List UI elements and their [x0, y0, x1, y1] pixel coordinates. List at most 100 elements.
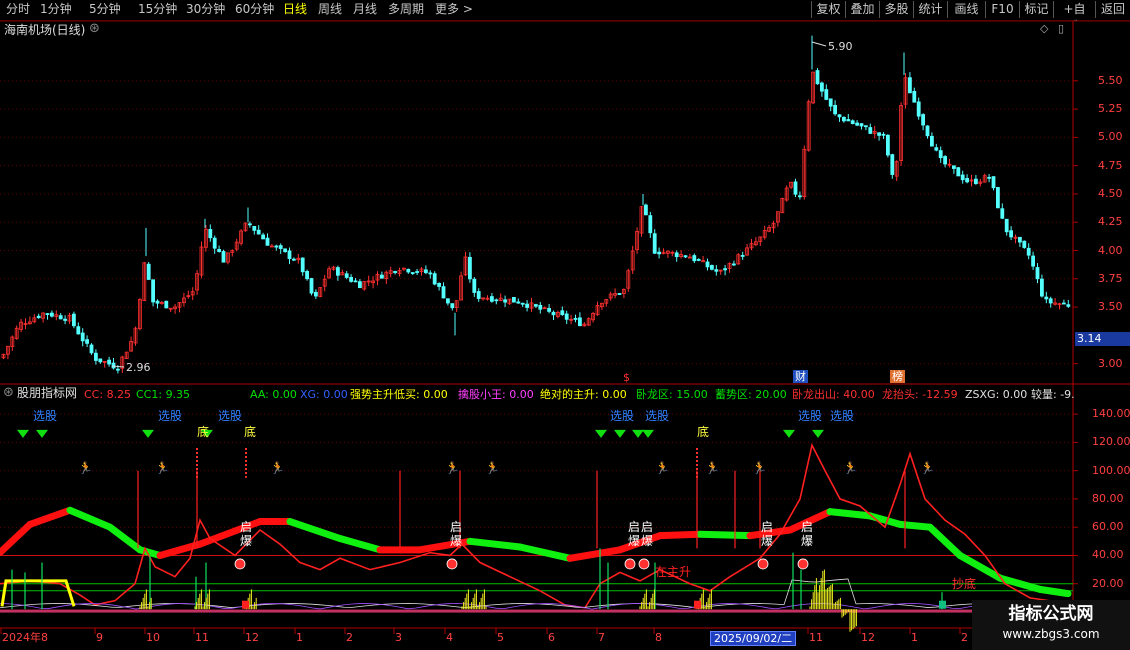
- time-label: 5: [497, 631, 504, 644]
- candle-body: [72, 313, 76, 327]
- start-ball: [757, 558, 769, 570]
- candle-body: [560, 310, 565, 316]
- candle-body: [934, 147, 939, 151]
- candle-body: [1022, 240, 1027, 248]
- candle-body: [450, 303, 455, 309]
- candle-body: [850, 120, 855, 124]
- candle-body: [305, 271, 310, 280]
- diamond-icon[interactable]: ◇: [1040, 22, 1048, 35]
- candle-body: [512, 297, 516, 303]
- candle-body: [846, 119, 851, 122]
- candle-body: [335, 267, 340, 276]
- candle-body: [116, 368, 120, 371]
- candle-body: [881, 133, 886, 136]
- marker-finance[interactable]: 财: [793, 370, 808, 383]
- indicator-value: 绝对的主升: 0.00: [540, 388, 627, 401]
- marker-rank[interactable]: 榜: [890, 370, 905, 383]
- candle-body: [573, 318, 578, 320]
- candle-body: [996, 187, 1000, 209]
- candle-body: [912, 90, 917, 103]
- candle-body: [617, 293, 622, 295]
- candle-body: [943, 156, 947, 165]
- select-signal: 选股: [33, 409, 58, 423]
- candle-body: [353, 280, 358, 283]
- candle-body: [1031, 255, 1035, 267]
- candle-body: [256, 229, 261, 235]
- start-signal: 启: [761, 520, 774, 534]
- main-y-tick: 3.75: [1098, 271, 1123, 285]
- start-ball: [234, 558, 246, 570]
- main-y-tick: 5.00: [1098, 130, 1123, 144]
- candle-body: [1066, 304, 1071, 307]
- indicator-value: 卧龙区: 15.00: [636, 388, 708, 401]
- main-y-tick: 4.50: [1098, 186, 1123, 200]
- candle-body: [1040, 278, 1044, 297]
- candle-body: [793, 181, 798, 195]
- candle-body: [63, 318, 67, 321]
- start-signal: 爆: [761, 534, 774, 548]
- window-toggle-icon[interactable]: ▯: [1058, 22, 1064, 35]
- main-y-tick: 3.00: [1098, 356, 1123, 370]
- candle-body: [965, 178, 969, 183]
- candle-body: [683, 255, 688, 258]
- candle-body: [494, 299, 499, 302]
- time-label: 7: [598, 631, 605, 644]
- runner-icon: 🏃: [843, 461, 858, 475]
- indicator-y-tick: 60.00: [1092, 520, 1124, 534]
- candle-body: [705, 261, 710, 268]
- signal-square: [694, 600, 701, 609]
- indicator-y-tick: 140.00: [1092, 407, 1130, 421]
- candle-body: [692, 255, 697, 262]
- time-label: 10: [146, 631, 160, 644]
- marker-dollar[interactable]: $: [623, 371, 630, 384]
- select-signal: 选股: [830, 409, 855, 423]
- candle-body: [921, 114, 925, 126]
- candle-body: [820, 82, 824, 92]
- candle-body: [212, 237, 217, 249]
- candle-body: [516, 301, 521, 304]
- runner-icon: 🏃: [752, 461, 767, 475]
- start-signal: 爆: [641, 534, 654, 548]
- candle-body: [815, 70, 820, 85]
- chevron-down-icon[interactable]: ⊛: [89, 22, 100, 35]
- watermark-title: 指标公式网: [1008, 604, 1094, 624]
- start-ball: [624, 558, 636, 570]
- strong-signal: 在主升: [655, 565, 692, 579]
- main-y-tick: 3.50: [1098, 300, 1123, 314]
- trend-ribbon: [656, 530, 704, 540]
- cursor-date: 2025/09/02/二: [710, 631, 797, 646]
- candle-body: [925, 125, 930, 137]
- candle-body: [1000, 208, 1005, 219]
- candle-body: [379, 274, 384, 279]
- signal-square: [939, 600, 946, 609]
- indicator-y-tick: 80.00: [1092, 491, 1124, 505]
- chart-canvas: [0, 20, 1130, 650]
- candle-body: [547, 308, 551, 312]
- indicator-name: 股朋指标网: [17, 386, 78, 400]
- candle-body: [648, 215, 653, 234]
- candle-body: [864, 125, 868, 128]
- select-signal: 选股: [218, 409, 243, 423]
- time-label: 2: [961, 631, 968, 644]
- indicator-value: 龙抬头: -12.59: [882, 388, 958, 401]
- candle-body: [974, 178, 978, 185]
- candle-body: [265, 237, 270, 246]
- bottom-signal: 底: [197, 425, 210, 439]
- candle-body: [291, 258, 296, 261]
- candle-body: [538, 304, 543, 310]
- runner-icon: 🏃: [920, 461, 935, 475]
- candle-body: [274, 245, 279, 248]
- candle-body: [155, 300, 160, 304]
- start-ball: [638, 558, 650, 570]
- main-y-tick: 4.75: [1098, 158, 1123, 172]
- indicator-value: 擒股小王: 0.00: [458, 388, 534, 401]
- candle-body: [261, 234, 266, 240]
- indicator-menu-icon[interactable]: ⊛: [3, 386, 14, 399]
- watermark-url: www.zbgs3.com: [1002, 627, 1100, 641]
- time-label: 3: [395, 631, 402, 644]
- candle-body: [740, 255, 745, 257]
- candle-body: [489, 296, 494, 302]
- candle-body: [987, 176, 991, 179]
- time-label: 4: [446, 631, 453, 644]
- candle-body: [283, 248, 288, 253]
